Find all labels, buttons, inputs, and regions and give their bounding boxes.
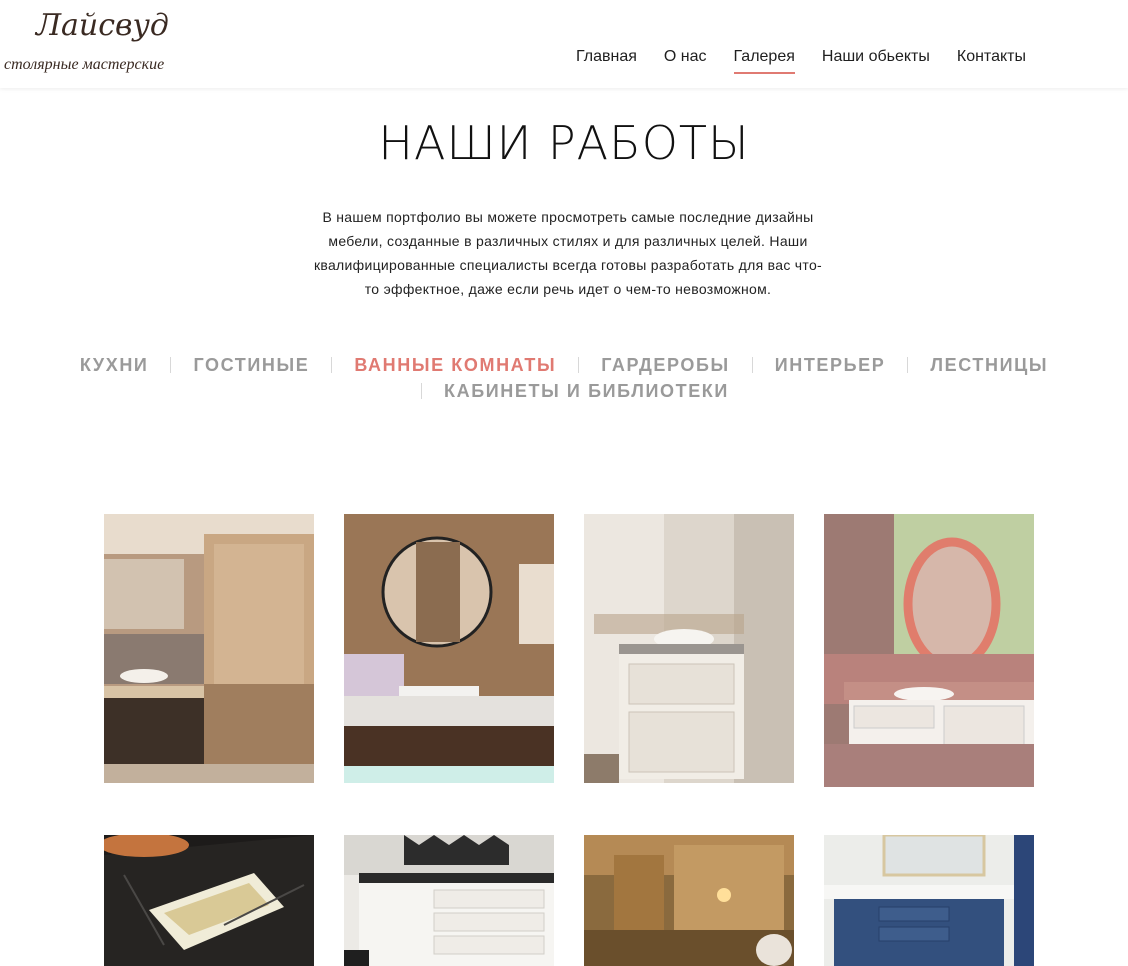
filter-separator xyxy=(578,357,580,373)
logo-subtitle: столярные мастерские xyxy=(4,56,165,73)
filter-interior[interactable]: ИНТЕРЬЕР xyxy=(775,353,886,377)
filter-offices-libraries[interactable]: КАБИНЕТЫ И БИБЛИОТЕКИ xyxy=(444,379,729,403)
filter-bathrooms[interactable]: ВАННЫЕ КОМНАТЫ xyxy=(354,353,556,377)
bathroom-photo-3 xyxy=(584,514,794,783)
filter-living-rooms[interactable]: ГОСТИНЫЕ xyxy=(193,353,309,377)
gallery-filter-bar: КУХНИ ГОСТИНЫЕ ВАННЫЕ КОМНАТЫ ГАРДЕРОБЫ ИНТЕ… xyxy=(60,353,1068,405)
gallery-item-3[interactable] xyxy=(584,514,794,783)
nav-item-home[interactable]: Главная xyxy=(576,48,637,74)
nav-item-contacts[interactable]: Контакты xyxy=(957,48,1026,74)
filter-separator xyxy=(170,357,172,373)
bathroom-photo-5 xyxy=(104,835,314,966)
gallery-item-5[interactable] xyxy=(104,835,314,966)
bathroom-photo-4 xyxy=(824,514,1034,787)
filter-separator xyxy=(331,357,333,373)
nav-item-gallery[interactable]: Галерея xyxy=(733,48,796,74)
bathroom-photo-2 xyxy=(344,514,554,783)
filter-kitchens[interactable]: КУХНИ xyxy=(80,353,149,377)
filter-stairs[interactable]: ЛЕСТНИЦЫ xyxy=(930,353,1048,377)
intro-text: В нашем портфолио вы можете просмотреть … xyxy=(313,209,823,297)
nav-item-objects[interactable]: Наши обьекты xyxy=(822,48,930,74)
logo-script: Лайсвуд xyxy=(36,8,169,43)
gallery-item-6[interactable] xyxy=(344,835,554,966)
page-title: НАШИ РАБОТЫ xyxy=(378,116,750,170)
bathroom-photo-1 xyxy=(104,514,314,783)
gallery-item-8[interactable] xyxy=(824,835,1034,966)
site-header: Лайсвуд столярные мастерские Главная О н… xyxy=(0,0,1128,88)
logo[interactable]: Лайсвуд столярные мастерские xyxy=(0,0,190,88)
main-nav: Главная О нас Галерея Наши обьекты Конта… xyxy=(576,48,1053,74)
gallery-item-1[interactable] xyxy=(104,514,314,783)
gallery-item-2[interactable] xyxy=(344,514,554,783)
gallery-item-4[interactable] xyxy=(824,514,1034,787)
filter-separator xyxy=(421,383,423,399)
bathroom-photo-8 xyxy=(824,835,1034,966)
filter-separator xyxy=(751,357,753,373)
filter-wardrobes[interactable]: ГАРДЕРОБЫ xyxy=(601,353,730,377)
nav-item-about[interactable]: О нас xyxy=(664,48,707,74)
bathroom-photo-7 xyxy=(584,835,794,966)
filter-separator xyxy=(907,357,909,373)
bathroom-photo-6 xyxy=(344,835,554,966)
gallery-item-7[interactable] xyxy=(584,835,794,966)
